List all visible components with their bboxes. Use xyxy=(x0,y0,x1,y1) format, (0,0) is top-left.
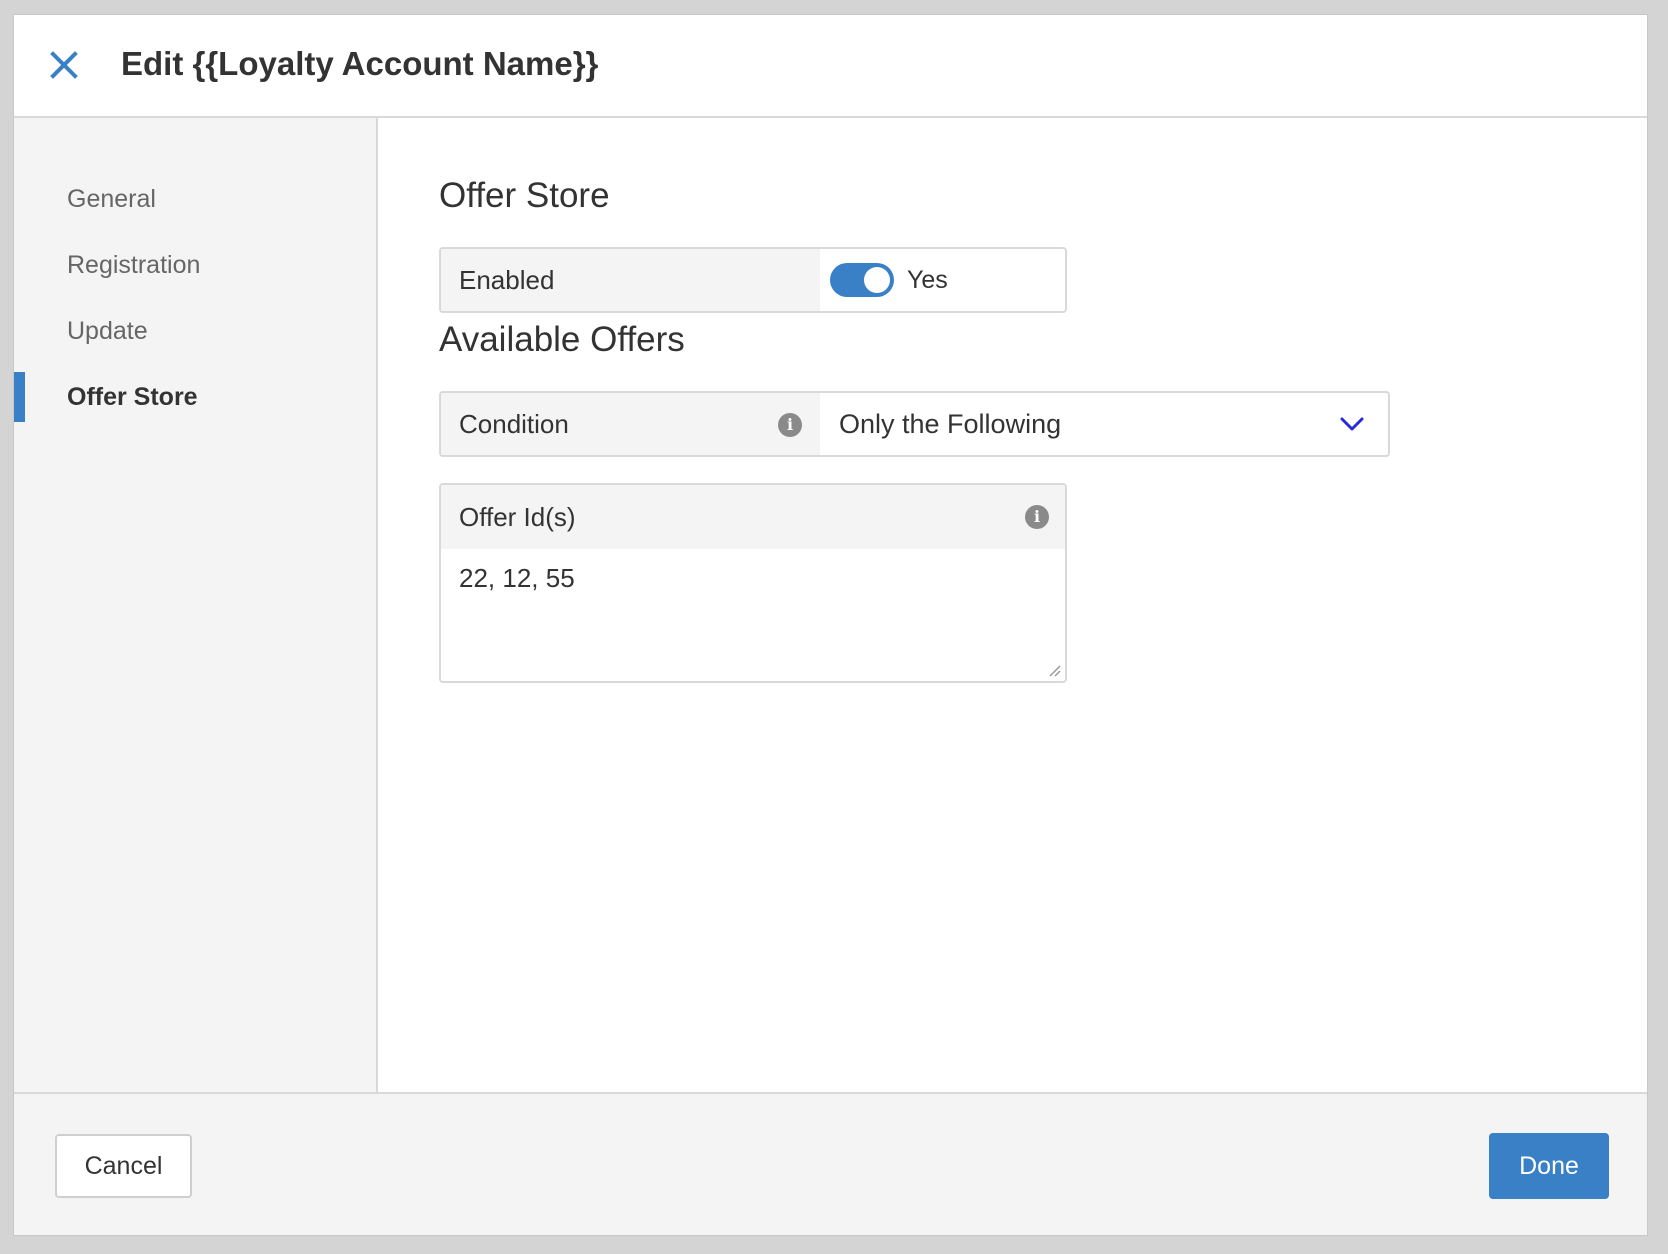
chevron-down-icon[interactable] xyxy=(1340,414,1364,434)
enabled-field: Enabled Yes xyxy=(439,247,1067,313)
available-offers-title: Available Offers xyxy=(439,320,685,359)
condition-label: Condition xyxy=(441,393,820,455)
dialog-header: Edit {{Loyalty Account Name}} xyxy=(14,15,1647,118)
cancel-button[interactable]: Cancel xyxy=(55,1134,192,1198)
sidebar-item-offer-store[interactable]: Offer Store xyxy=(14,372,376,422)
dialog-title: Edit {{Loyalty Account Name}} xyxy=(121,45,599,82)
offer-ids-field[interactable]: Offer Id(s) i 22, 12, 55 xyxy=(439,483,1067,683)
dialog-footer: Cancel Done xyxy=(14,1092,1647,1235)
offer-store-title: Offer Store xyxy=(439,176,610,215)
condition-field: Condition i Only the Following xyxy=(439,391,1390,457)
edit-dialog: Edit {{Loyalty Account Name}} General Re… xyxy=(13,14,1648,1236)
enabled-label: Enabled xyxy=(441,249,820,311)
sidebar-item-general[interactable]: General xyxy=(14,174,376,224)
info-icon[interactable]: i xyxy=(778,413,802,437)
close-icon[interactable] xyxy=(48,49,80,81)
offer-ids-label: Offer Id(s) xyxy=(441,485,1065,549)
enabled-value: Yes xyxy=(907,266,948,294)
info-icon[interactable]: i xyxy=(1025,505,1049,529)
enabled-toggle[interactable] xyxy=(830,263,894,297)
resize-handle-icon[interactable] xyxy=(1047,663,1061,677)
sidebar-item-registration[interactable]: Registration xyxy=(14,240,376,290)
condition-value: Only the Following xyxy=(839,409,1062,439)
sidebar-nav: General Registration Update Offer Store xyxy=(14,118,378,1092)
toggle-knob xyxy=(864,267,890,293)
main-content: Offer Store Enabled Yes Available Offers… xyxy=(378,118,1647,1092)
offer-ids-input[interactable]: 22, 12, 55 xyxy=(459,563,1047,594)
done-button[interactable]: Done xyxy=(1489,1133,1609,1199)
sidebar-item-update[interactable]: Update xyxy=(14,306,376,356)
